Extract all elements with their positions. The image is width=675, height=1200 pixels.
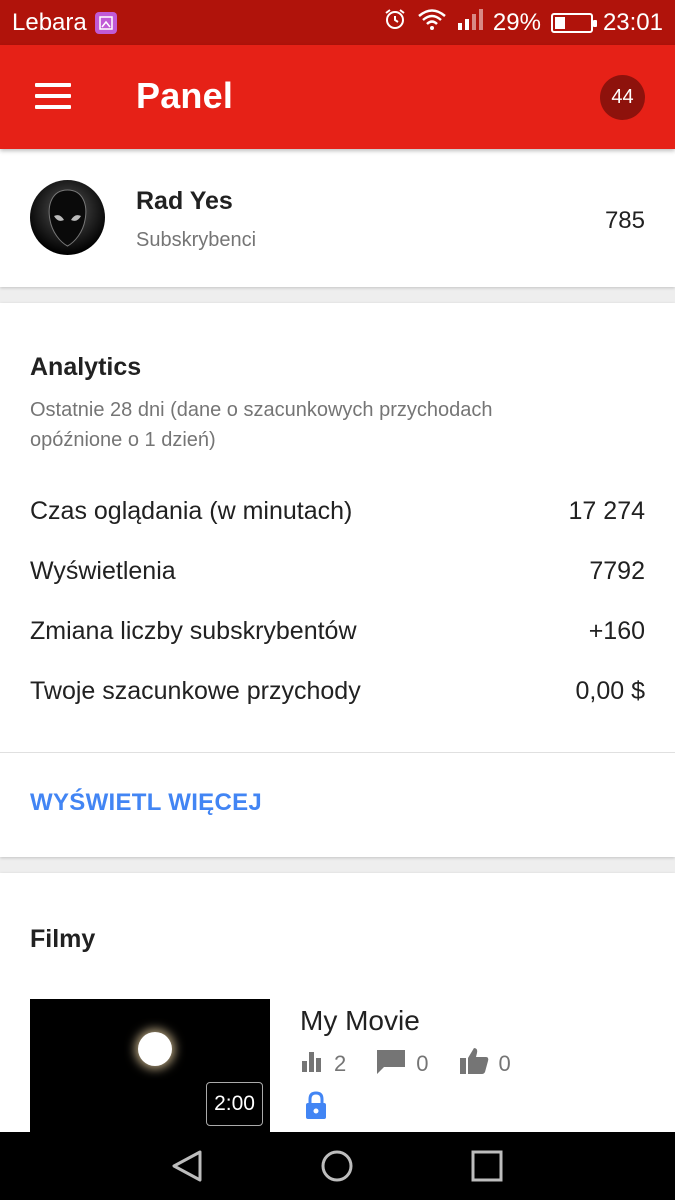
- battery-level: [554, 16, 565, 29]
- bar-chart-icon: [300, 1049, 324, 1079]
- video-stats: 2 0 0: [300, 1047, 541, 1081]
- comment-icon: [376, 1048, 406, 1080]
- stat-row-subscriber-change: Zmiana liczby subskrybentów +160: [30, 613, 645, 649]
- comments-stat: 0: [376, 1048, 429, 1080]
- app-bar: Panel 44: [0, 45, 675, 149]
- analytics-title: Analytics: [30, 353, 142, 381]
- analytics-card: Analytics Ostatnie 28 dni (dane o szacun…: [0, 303, 675, 857]
- home-icon[interactable]: [320, 1149, 354, 1188]
- comments-count: 0: [416, 1051, 429, 1076]
- gallery-icon: [94, 11, 117, 34]
- stat-value: 7792: [589, 556, 645, 585]
- channel-name: Rad Yes: [136, 187, 233, 215]
- stat-label: Czas oglądania (w minutach): [30, 496, 353, 525]
- views-stat: 2: [300, 1049, 346, 1079]
- stat-value: +160: [588, 616, 645, 645]
- stat-row-revenue: Twoje szacunkowe przychody 0,00 $: [30, 673, 645, 709]
- alarm-icon: [383, 7, 407, 38]
- subscribers-label: Subskrybenci: [136, 229, 257, 251]
- channel-card[interactable]: Rad Yes Subskrybenci 785: [0, 149, 675, 287]
- wifi-icon: [417, 7, 447, 38]
- moon-image: [138, 1032, 172, 1066]
- video-thumbnail[interactable]: 2:00: [30, 999, 270, 1139]
- stat-label: Wyświetlenia: [30, 556, 176, 585]
- system-nav-bar: [0, 1132, 675, 1200]
- likes-stat: 0: [459, 1047, 511, 1081]
- video-title[interactable]: My Movie: [300, 1005, 420, 1037]
- page-title: Panel: [136, 75, 234, 116]
- thumbs-up-icon: [459, 1047, 489, 1081]
- views-count: 2: [334, 1051, 347, 1076]
- clock: 23:01: [602, 8, 663, 36]
- status-bar: Lebara 29% 23:01: [0, 0, 675, 45]
- likes-count: 0: [498, 1051, 511, 1076]
- status-icons: 29% 23:01: [383, 7, 663, 38]
- battery-icon: [550, 12, 597, 33]
- lock-icon: [304, 1091, 328, 1126]
- battery-percent: 29%: [492, 8, 541, 36]
- recents-icon[interactable]: [470, 1149, 504, 1188]
- stat-value: 0,00 $: [575, 676, 645, 705]
- avatar: [30, 180, 105, 255]
- divider: [0, 752, 675, 753]
- analytics-subtitle: Ostatnie 28 dni (dane o szacunkowych prz…: [30, 399, 493, 451]
- stat-label: Twoje szacunkowe przychody: [30, 676, 361, 705]
- hamburger-menu-icon[interactable]: [35, 83, 71, 109]
- stat-label: Zmiana liczby subskrybentów: [30, 616, 357, 645]
- screen: Lebara 29% 23:01 Panel 44 Rad Yes Subskr…: [0, 0, 675, 1200]
- stat-value: 17 274: [568, 496, 645, 525]
- films-title: Filmy: [30, 925, 96, 953]
- video-duration: 2:00: [206, 1082, 263, 1126]
- carrier-group: Lebara: [12, 9, 117, 37]
- stat-row-views: Wyświetlenia 7792: [30, 553, 645, 589]
- notification-badge[interactable]: 44: [600, 75, 645, 120]
- show-more-button[interactable]: WYŚWIETL WIĘCEJ: [30, 789, 262, 817]
- subscriber-count: 785: [604, 207, 645, 234]
- back-icon[interactable]: [170, 1149, 204, 1188]
- signal-icon: [457, 8, 483, 37]
- carrier-label: Lebara: [12, 8, 87, 36]
- stat-row-watch-time: Czas oglądania (w minutach) 17 274: [30, 493, 645, 529]
